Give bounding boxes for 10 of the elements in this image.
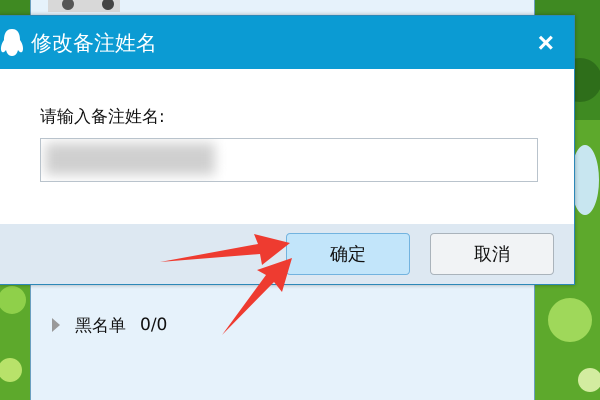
penguin-icon	[0, 28, 25, 58]
group-count: 0/0	[140, 315, 168, 335]
confirm-button[interactable]: 确定	[286, 233, 410, 275]
field-label: 请输入备注姓名:	[40, 106, 166, 128]
dialog-title: 修改备注姓名	[31, 30, 158, 56]
input-field[interactable]	[40, 138, 538, 182]
group-name[interactable]: 黑名单	[75, 314, 126, 336]
avatar-icon	[48, 0, 120, 12]
cancel-button[interactable]: 取消	[430, 233, 554, 275]
collapsed-arrow-icon[interactable]	[51, 318, 61, 332]
